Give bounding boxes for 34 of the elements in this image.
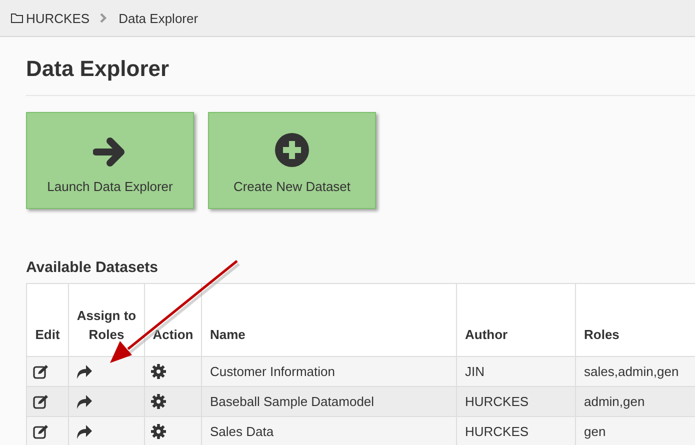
gear-icon[interactable] <box>151 364 166 379</box>
table-cell: gen <box>584 424 606 439</box>
table-cell: admin,gen <box>584 394 645 409</box>
gear-icon[interactable] <box>151 424 166 439</box>
column-header: Assign to Roles <box>68 284 144 356</box>
edit-icon[interactable] <box>33 394 49 409</box>
table-cell: HURCKES <box>465 394 529 409</box>
page-title: Data Explorer <box>26 37 695 96</box>
plus-circle-icon <box>275 133 309 167</box>
section-title: Available Datasets <box>26 259 160 277</box>
launch-button[interactable]: Launch Data Explorer <box>26 112 194 209</box>
arrow-right-icon <box>93 137 127 167</box>
table-cell: sales,admin,gen <box>584 364 679 379</box>
column-header: Author <box>456 284 576 356</box>
share-arrow-icon[interactable] <box>75 394 93 409</box>
create-dataset-button[interactable]: Create New Dataset <box>208 112 376 209</box>
folder-icon <box>11 13 23 23</box>
breadcrumb-link[interactable]: HURCKES <box>11 10 90 26</box>
breadcrumb-current: Data Explorer <box>118 10 198 26</box>
column-header: Name <box>202 284 456 356</box>
table-cell: HURCKES <box>465 424 529 439</box>
table-cell: Customer Information <box>210 364 335 379</box>
share-arrow-icon[interactable] <box>75 364 93 379</box>
share-arrow-icon[interactable] <box>75 424 93 439</box>
gear-icon[interactable] <box>151 394 166 409</box>
table-cell: Sales Data <box>210 424 274 439</box>
table-cell: Baseball Sample Datamodel <box>210 394 374 409</box>
column-header: Roles <box>576 284 695 356</box>
edit-icon[interactable] <box>33 364 49 379</box>
edit-icon[interactable] <box>33 424 49 439</box>
table-cell: JIN <box>465 364 484 379</box>
column-header: Edit <box>26 284 68 356</box>
column-header: Action <box>144 284 202 356</box>
chevron-icon <box>100 13 107 23</box>
